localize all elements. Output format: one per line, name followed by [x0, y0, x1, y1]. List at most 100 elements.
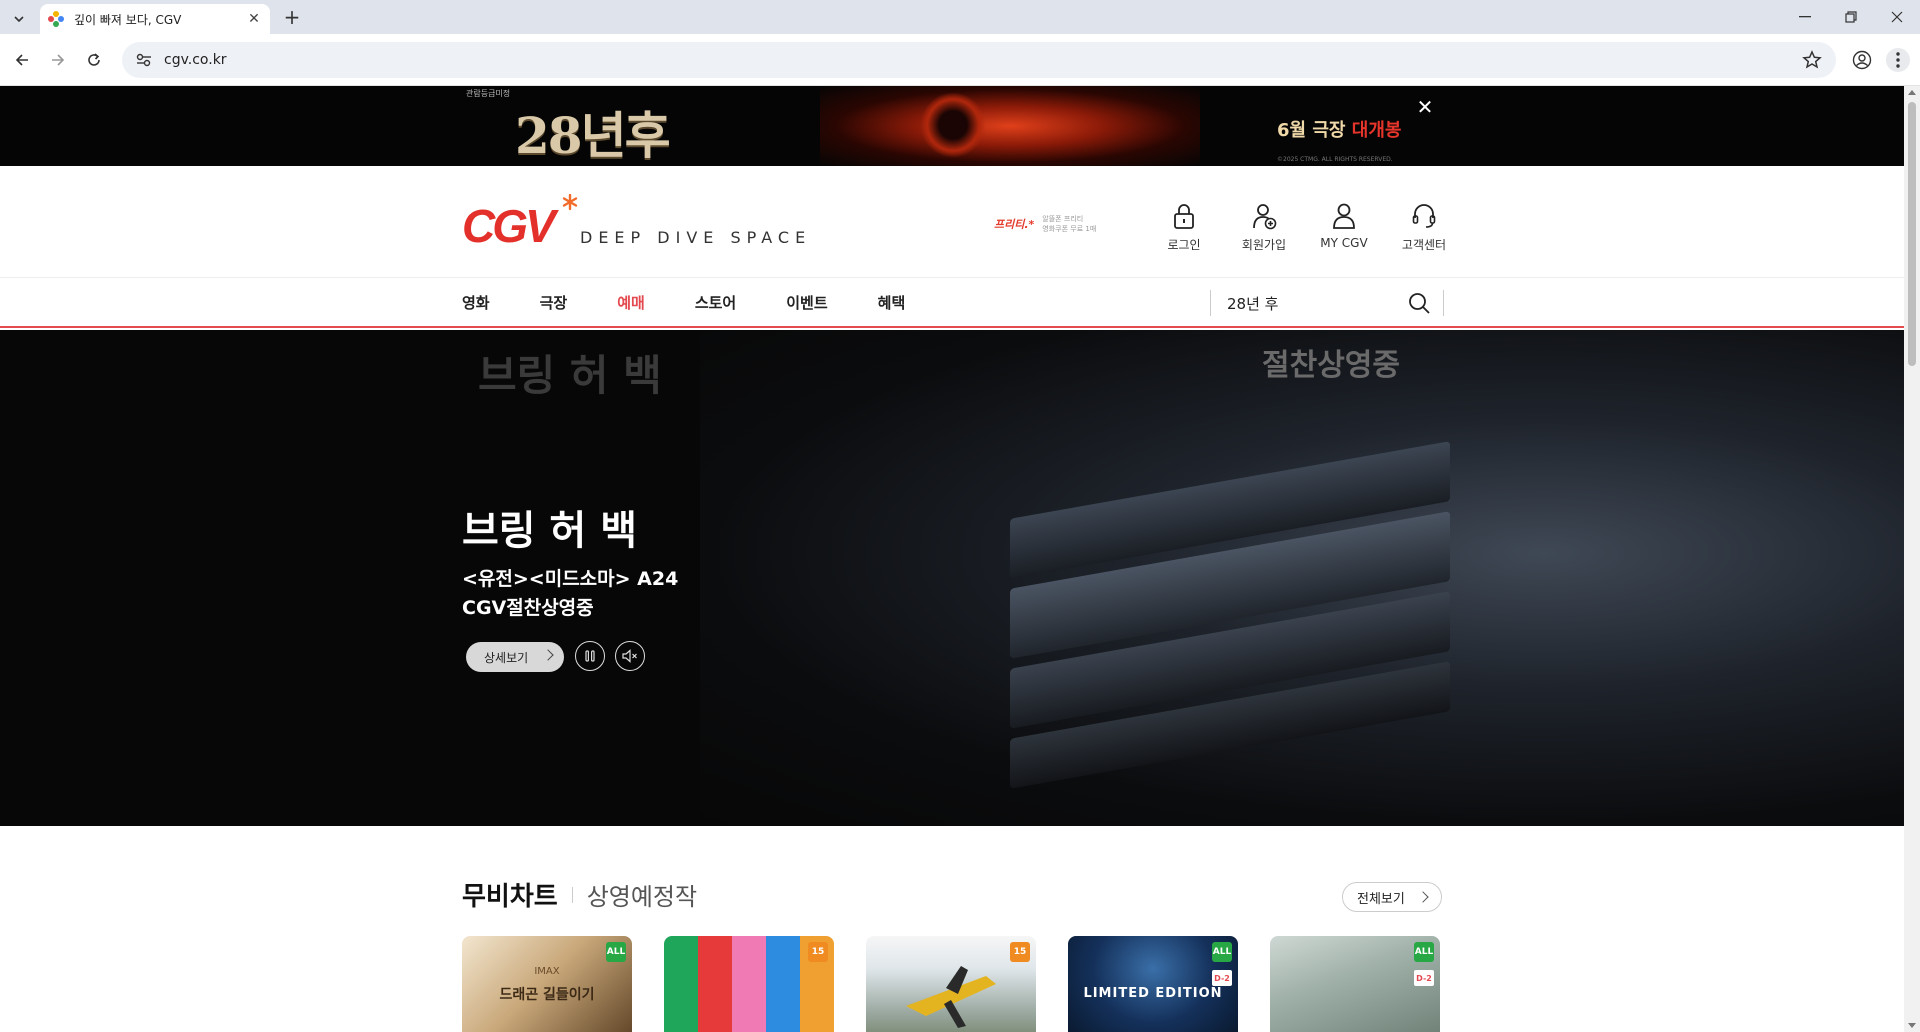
dday-badge: D-2: [1414, 970, 1434, 986]
login-label: 로그인: [1167, 238, 1201, 252]
movie-poster-1[interactable]: IMAX 드래곤 길들이기 ALL: [462, 936, 632, 1032]
minimize-window-button[interactable]: [1782, 0, 1828, 34]
nav-item-store[interactable]: 스토어: [695, 292, 736, 313]
hero-subtitle-line-2: CGV절찬상영중: [462, 597, 594, 619]
browser-menu-button[interactable]: [1886, 48, 1910, 72]
poster-4-title: LIMITED EDITION: [1083, 986, 1223, 1001]
hero-detail-label: 상세보기: [484, 650, 529, 665]
lock-icon: [1174, 204, 1194, 229]
user-icon: [1333, 203, 1355, 229]
close-window-button[interactable]: [1874, 0, 1920, 34]
hero-subtitle-line-1: <유전><미드소마> A24: [462, 568, 679, 590]
mute-icon: [622, 649, 637, 663]
new-tab-button[interactable]: +: [282, 7, 302, 28]
site-header: CGV DEEP DIVE SPACE 프리티.* 알뜰폰 프리티 영화쿠폰 무…: [0, 166, 1904, 278]
scroll-down-icon[interactable]: [1908, 1023, 1916, 1028]
site-info-icon[interactable]: [134, 50, 154, 70]
hero-ghost-title: 브링 허 백: [478, 351, 662, 400]
reload-icon: [88, 53, 100, 66]
banner-promo-highlight: 대개봉: [1351, 120, 1402, 141]
add-user-icon: [1253, 204, 1277, 230]
poster-imax-text: IMAX: [534, 966, 560, 977]
poster-1-title: 드래곤 길들이기: [499, 987, 595, 1003]
back-button[interactable]: [8, 46, 36, 74]
movie-poster-5[interactable]: ALL D-2: [1270, 936, 1440, 1032]
partner-ad[interactable]: 프리티.* 알뜰폰 프리티 영화쿠폰 무료 1매: [994, 214, 1096, 234]
chevron-right-icon: [542, 649, 554, 661]
hero-banner[interactable]: 브링 허 백 절찬상영중 브링 허 백 <유전><미드소마> A24 CGV절찬…: [0, 330, 1904, 826]
tab-upcoming[interactable]: 상영예정작: [587, 877, 697, 912]
my-cgv-link[interactable]: MY CGV: [1312, 202, 1376, 250]
browser-toolbar: cgv.co.kr: [0, 34, 1920, 86]
restore-icon: [1845, 11, 1857, 23]
browser-tabstrip: 깊이 빠져 보다, CGV ✕ +: [0, 0, 1920, 34]
page-scrollbar[interactable]: [1904, 86, 1920, 1032]
nav-item-movie[interactable]: 영화: [462, 292, 490, 313]
scrollbar-thumb[interactable]: [1908, 102, 1916, 366]
movie-poster-4[interactable]: LIMITED EDITION ALL D-2: [1068, 936, 1238, 1032]
close-icon: [1891, 11, 1903, 23]
hero-detail-button[interactable]: 상세보기: [466, 642, 564, 672]
dday-badge: D-2: [1212, 970, 1232, 986]
arrow-left-icon: [15, 54, 28, 66]
banner-copyright: ©2025 CTMG. ALL RIGHTS RESERVED.: [1277, 156, 1393, 163]
nav-item-benefits[interactable]: 혜택: [878, 292, 906, 313]
bookmark-star-icon[interactable]: [1802, 50, 1822, 70]
banner-close-button[interactable]: ✕: [1414, 96, 1436, 118]
top-ad-banner[interactable]: 관람등급미정 28년후 6월 극장 대개봉 ©2025 CTMG. ALL RI…: [0, 86, 1904, 166]
nav-menu: 영화 극장 예매 스토어 이벤트 혜택: [462, 278, 955, 326]
tab-search-button[interactable]: [8, 8, 30, 30]
svg-text:CGV: CGV: [462, 200, 559, 250]
scroll-up-icon[interactable]: [1908, 90, 1916, 95]
partner-text: 알뜰폰 프리티 영화쿠폰 무료 1매: [1042, 214, 1096, 234]
nav-item-theater[interactable]: 극장: [540, 292, 568, 313]
page-viewport: 관람등급미정 28년후 6월 극장 대개봉 ©2025 CTMG. ALL RI…: [0, 86, 1904, 1032]
rating-badge: ALL: [606, 942, 626, 962]
banner-promo-prefix: 6월 극장: [1277, 120, 1346, 141]
browser-tab-active[interactable]: 깊이 빠져 보다, CGV ✕: [40, 4, 270, 34]
hero-ghost-badge: 절찬상영중: [1262, 348, 1400, 383]
site-tagline: DEEP DIVE SPACE: [580, 228, 812, 247]
mute-button[interactable]: [615, 641, 645, 671]
customer-center-link[interactable]: 고객센터: [1392, 202, 1456, 253]
tab-divider: [571, 886, 573, 903]
movie-poster-3[interactable]: 15: [866, 936, 1036, 1032]
tab-movie-chart[interactable]: 무비차트: [462, 876, 558, 913]
movie-poster-2[interactable]: 15: [664, 936, 834, 1032]
my-cgv-label: MY CGV: [1320, 236, 1368, 250]
close-tab-icon[interactable]: ✕: [246, 11, 262, 27]
tab-title: 깊이 빠져 보다, CGV: [74, 12, 182, 27]
chevron-right-icon: [1417, 891, 1429, 903]
forward-button[interactable]: [44, 46, 72, 74]
address-bar[interactable]: cgv.co.kr: [122, 42, 1836, 78]
cgv-logo[interactable]: CGV: [462, 194, 582, 250]
signup-link[interactable]: 회원가입: [1232, 202, 1296, 253]
partner-line-2: 영화쿠폰 무료 1매: [1042, 225, 1097, 233]
headset-icon: [1412, 204, 1436, 228]
arrow-right-icon: [52, 54, 65, 66]
rating-badge: ALL: [1212, 942, 1232, 962]
banner-artwork: [820, 86, 1200, 166]
signup-label: 회원가입: [1241, 238, 1287, 252]
restore-window-button[interactable]: [1828, 0, 1874, 34]
customer-center-label: 고객센터: [1401, 238, 1447, 252]
reload-button[interactable]: [80, 46, 108, 74]
view-all-button[interactable]: 전체보기: [1342, 882, 1442, 912]
nav-item-booking[interactable]: 예매: [617, 292, 645, 313]
movie-search: [1210, 290, 1444, 316]
nav-item-event[interactable]: 이벤트: [786, 292, 827, 313]
rating-badge: 15: [808, 942, 828, 962]
banner-rating: 관람등급미정: [466, 89, 511, 98]
profile-button[interactable]: [1850, 48, 1874, 72]
more-vertical-icon: [1896, 52, 1900, 68]
hero-subtitle: <유전><미드소마> A24 CGV절찬상영중: [462, 565, 678, 623]
rating-badge: 15: [1010, 942, 1030, 962]
profile-icon: [1852, 50, 1872, 70]
cgv-favicon-icon: [48, 11, 64, 27]
search-input[interactable]: [1227, 294, 1397, 312]
search-icon[interactable]: [1407, 291, 1431, 315]
pause-icon: [585, 650, 595, 662]
pause-button[interactable]: [575, 641, 605, 671]
login-link[interactable]: 로그인: [1152, 202, 1216, 253]
movie-chart-tabs: 무비차트 상영예정작: [462, 876, 697, 913]
